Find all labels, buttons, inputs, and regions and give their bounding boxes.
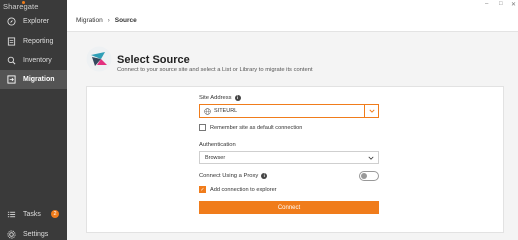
sidebar-item-label: Explorer <box>23 18 50 25</box>
explorer-icon <box>7 17 16 26</box>
info-icon[interactable]: i <box>234 95 241 101</box>
info-icon[interactable]: i <box>261 173 268 179</box>
sidebar-item-label: Settings <box>23 231 49 238</box>
migration-icon <box>7 75 16 84</box>
breadcrumb-current: Source <box>114 17 137 24</box>
minimize-button[interactable]: – <box>485 1 488 7</box>
sidebar-item-label: Inventory <box>23 57 52 64</box>
page-title: Select Source <box>117 54 190 66</box>
page-subtitle: Connect to your source site and select a… <box>117 67 313 73</box>
sidebar-item-inventory[interactable]: Inventory <box>0 51 67 70</box>
sidebar-item-label: Migration <box>23 76 55 83</box>
site-history-dropdown-button[interactable] <box>364 105 378 117</box>
sidebar-item-migration[interactable]: Migration <box>0 70 67 89</box>
sidebar-item-tasks[interactable]: Tasks 2 <box>0 205 67 224</box>
maximize-button[interactable]: □ <box>499 1 503 7</box>
breadcrumb-separator-icon: › <box>107 17 110 24</box>
connect-button[interactable]: Connect <box>199 201 379 214</box>
globe-icon <box>204 107 211 115</box>
sidebar-item-explorer[interactable]: Explorer <box>0 12 67 31</box>
authentication-value: Browser <box>205 154 226 161</box>
authentication-label-text: Authentication <box>199 142 236 148</box>
sidebar-item-settings[interactable]: Settings <box>0 225 67 240</box>
tasks-icon <box>7 210 16 219</box>
tasks-count-badge: 2 <box>51 210 59 218</box>
site-address-label-row: Site Address i <box>199 95 241 101</box>
brand-name: Sharegate <box>3 2 39 11</box>
authentication-label: Authentication <box>199 142 236 148</box>
proxy-label-row: Connect Using a Proxy i <box>199 173 268 179</box>
authentication-select[interactable]: Browser <box>199 151 379 164</box>
toggle-knob <box>361 173 367 179</box>
add-explorer-checkbox[interactable]: ✓ <box>199 186 206 193</box>
remember-site-checkbox[interactable] <box>199 124 206 131</box>
breadcrumb: Migration › Source <box>67 10 518 32</box>
sidebar: Sharegate Explorer Reporting Inventory M… <box>0 0 67 240</box>
logo-dot <box>22 1 25 4</box>
chevron-down-icon <box>368 109 375 113</box>
app-logo: Sharegate <box>3 1 39 11</box>
sidebar-item-label: Reporting <box>23 38 54 45</box>
add-explorer-label: Add connection to explorer <box>210 186 277 193</box>
close-button[interactable]: ✕ <box>511 1 516 8</box>
proxy-toggle[interactable] <box>359 171 379 181</box>
add-explorer-row[interactable]: ✓ Add connection to explorer <box>199 186 277 193</box>
site-address-field <box>199 104 379 118</box>
settings-icon <box>7 230 16 239</box>
breadcrumb-root[interactable]: Migration <box>76 17 103 24</box>
chevron-down-icon <box>368 156 374 160</box>
sidebar-item-reporting[interactable]: Reporting <box>0 32 67 51</box>
window-titlebar: – □ ✕ <box>67 0 518 10</box>
source-hero-icon <box>86 46 112 72</box>
sidebar-item-label: Tasks <box>23 211 41 218</box>
inventory-icon <box>7 56 16 65</box>
site-address-input[interactable] <box>214 108 364 114</box>
remember-site-label: Remember site as default connection <box>210 124 303 131</box>
proxy-label: Connect Using a Proxy <box>199 173 259 179</box>
reporting-icon <box>7 37 16 46</box>
site-address-label: Site Address <box>199 95 232 101</box>
remember-site-row[interactable]: Remember site as default connection <box>199 124 302 131</box>
